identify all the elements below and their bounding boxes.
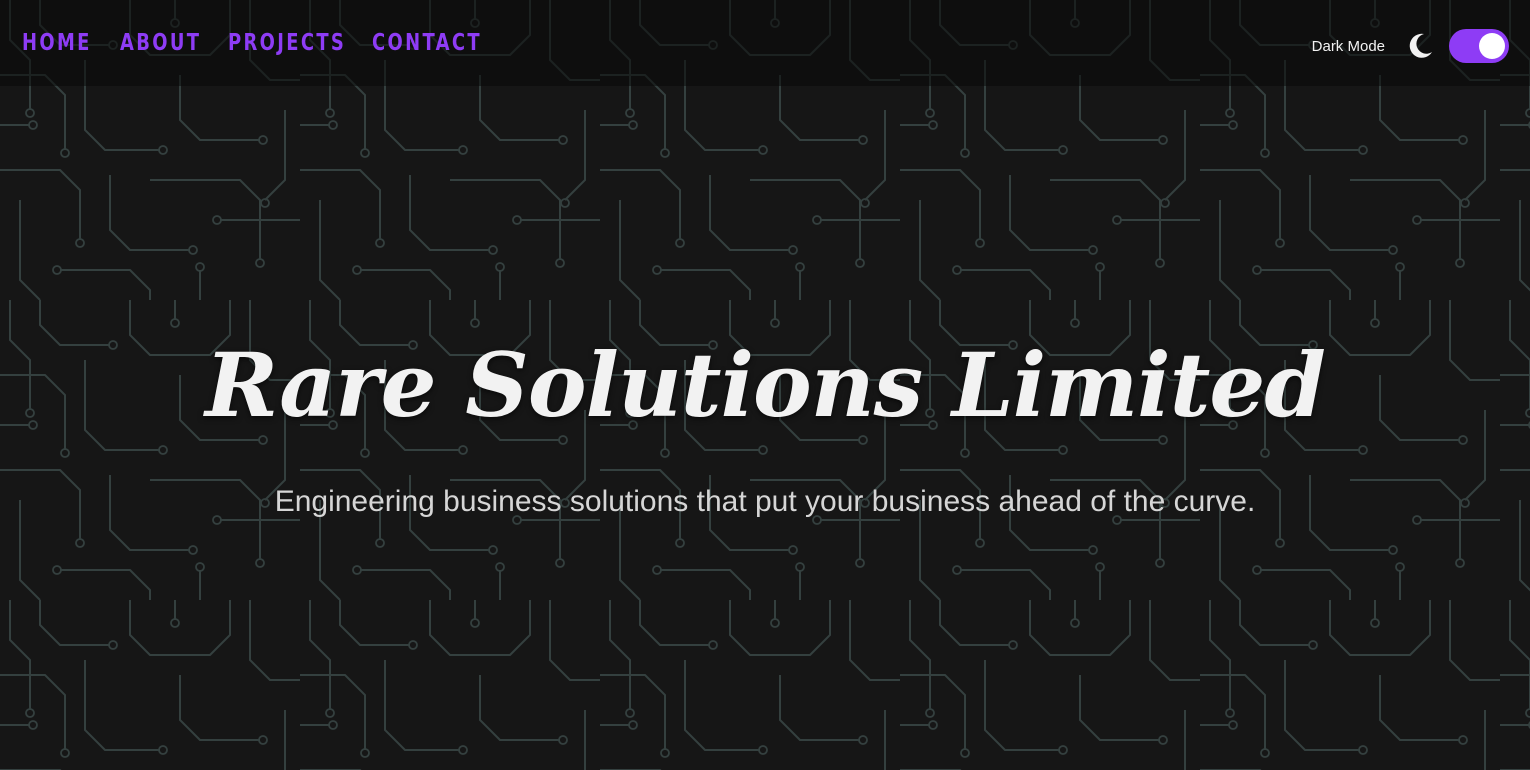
top-navigation-bar: HOME ABOUT PROJECTS CONTACT Dark Mode [0, 0, 1530, 86]
dark-mode-label: Dark Mode [1311, 37, 1385, 55]
nav-link-contact[interactable]: CONTACT [372, 26, 480, 60]
dark-mode-toggle[interactable] [1449, 29, 1509, 63]
hero-section: Rare Solutions Limited Engineering busin… [0, 330, 1530, 520]
hero-subtitle: Engineering business solutions that put … [274, 485, 1256, 518]
nav-link-home[interactable]: HOME [22, 26, 89, 60]
nav-link-about[interactable]: ABOUT [120, 26, 199, 60]
main-nav: HOME ABOUT PROJECTS CONTACT [22, 26, 480, 60]
landing-page: HOME ABOUT PROJECTS CONTACT Dark Mode Ra… [0, 0, 1530, 770]
moon-icon [1405, 31, 1435, 61]
nav-link-projects[interactable]: PROJECTS [228, 26, 344, 60]
toggle-knob [1479, 33, 1505, 59]
theme-switcher: Dark Mode [1312, 28, 1509, 64]
hero-title: Rare Solutions Limited [205, 333, 1326, 437]
